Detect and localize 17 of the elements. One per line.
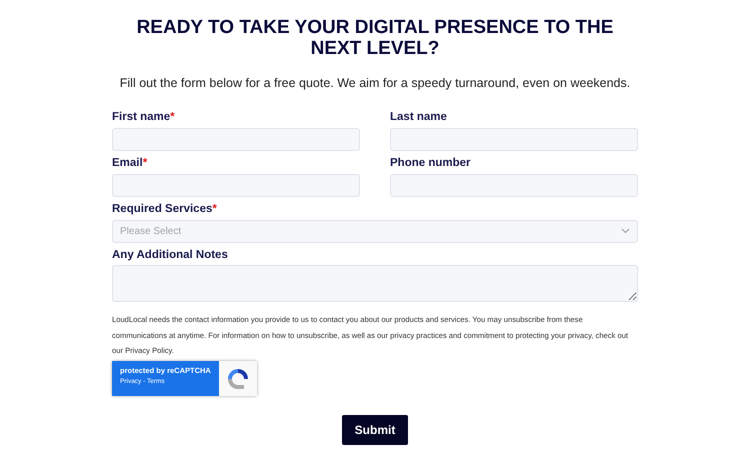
notes-field[interactable] (112, 265, 638, 302)
field-label: Last name (390, 111, 448, 126)
field-label: First name* (112, 111, 176, 126)
recaptcha-icon (226, 366, 250, 391)
input-field[interactable] (112, 128, 360, 152)
input-field[interactable] (390, 128, 638, 152)
field-label: Required Services* (112, 202, 218, 217)
form-heading: READY TO TAKE YOUR DIGITAL PRESENCE TO THE NEXT LEVEL? (136, 18, 614, 60)
form-subtitle: Fill out the form below for a free quote. We aim for a speedy turnaround, even on weekends. (118, 75, 632, 92)
field-label: Email* (112, 157, 148, 171)
field-label: Phone number (390, 157, 472, 171)
field-label: Any Additional Notes (112, 248, 229, 262)
chevron-down-icon (621, 228, 630, 234)
input-field[interactable] (390, 174, 638, 197)
input-field[interactable] (112, 174, 360, 197)
services-select[interactable]: Please Select (112, 220, 638, 243)
submit-button[interactable]: Submit (342, 415, 408, 446)
